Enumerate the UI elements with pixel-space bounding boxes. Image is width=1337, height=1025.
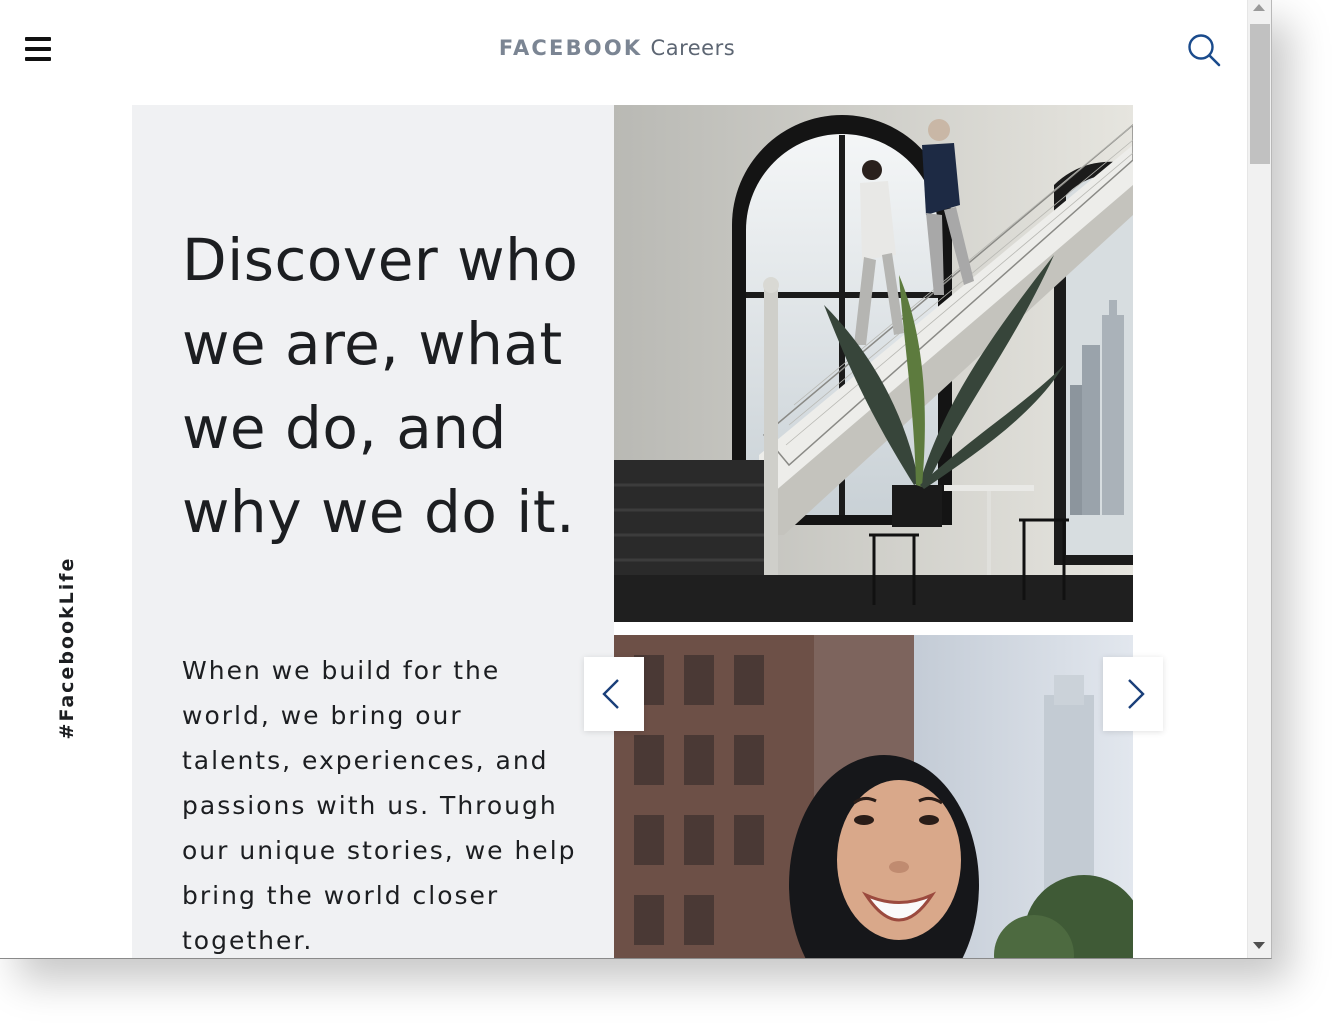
vertical-scrollbar[interactable] [1247,0,1271,958]
search-icon[interactable] [1186,32,1222,68]
brand-careers: Careers [650,36,736,60]
hero-headline: Discover who we are, what we do, and why… [182,226,579,546]
office-staircase-photo [614,105,1133,622]
scrollbar-thumb[interactable] [1250,24,1270,164]
carousel-next-button[interactable] [1103,657,1163,731]
chevron-right-icon [1128,679,1145,709]
chevron-left-icon [602,679,619,709]
brand-facebook: FACEBOOK [498,36,643,60]
scroll-down-arrow-icon[interactable] [1253,942,1265,949]
browser-viewport: FACEBOOK Careers #FacebookLife Discover … [0,0,1272,959]
hero-body-text: When we build for the world, we bring ou… [182,656,577,955]
hashtag-label: #FacebookLife [56,556,78,740]
scroll-up-arrow-icon[interactable] [1253,4,1265,11]
carousel-prev-button[interactable] [584,657,644,731]
site-logo[interactable]: FACEBOOK Careers [0,36,1234,60]
smiling-woman-photo [614,635,1133,958]
